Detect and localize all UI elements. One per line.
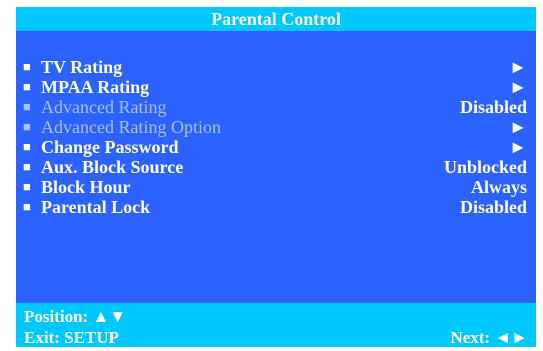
next-hint: Next: ◄► <box>450 328 528 347</box>
parental-control-menu: ■ TV Rating ► ■ MPAA Rating ► ■ Advanced… <box>23 57 527 217</box>
menu-item-block-hour[interactable]: ■ Block Hour Always <box>23 177 527 197</box>
menu-item-label: Aux. Block Source <box>41 157 184 177</box>
menu-item-value: Unblocked <box>443 157 527 177</box>
submenu-arrow-icon: ► <box>509 57 527 77</box>
menu-item-label: MPAA Rating <box>41 77 150 97</box>
osd-footer-bar: Position: ▲▼ Exit: SETUP Next: ◄► <box>16 303 536 347</box>
exit-hint: Exit: SETUP <box>24 328 119 347</box>
submenu-arrow-icon: ► <box>509 117 527 137</box>
bullet-icon: ■ <box>23 139 31 154</box>
menu-item-mpaa-rating[interactable]: ■ MPAA Rating ► <box>23 77 527 97</box>
menu-item-label: TV Rating <box>41 57 123 77</box>
bullet-icon: ■ <box>23 99 31 114</box>
menu-item-label: Advanced Rating <box>41 97 167 117</box>
submenu-arrow-icon: ► <box>509 137 527 157</box>
submenu-arrow-icon: ► <box>509 77 527 97</box>
menu-item-tv-rating[interactable]: ■ TV Rating ► <box>23 57 527 77</box>
bullet-icon: ■ <box>23 179 31 194</box>
osd-title-bar: Parental Control <box>16 7 536 31</box>
bullet-icon: ■ <box>23 159 31 174</box>
menu-item-label: Advanced Rating Option <box>41 117 221 137</box>
menu-item-label: Parental Lock <box>41 197 151 217</box>
bullet-icon: ■ <box>23 119 31 134</box>
menu-item-parental-lock[interactable]: ■ Parental Lock Disabled <box>23 197 527 217</box>
parental-control-osd: Parental Control ■ TV Rating ► ■ MPAA Ra… <box>16 7 536 347</box>
position-hint: Position: ▲▼ <box>24 307 127 326</box>
menu-item-advanced-rating-option[interactable]: ■ Advanced Rating Option ► <box>23 117 527 137</box>
page-title: Parental Control <box>211 9 341 29</box>
menu-item-advanced-rating[interactable]: ■ Advanced Rating Disabled <box>23 97 527 117</box>
menu-item-label: Change Password <box>41 137 179 157</box>
menu-item-change-password[interactable]: ■ Change Password ► <box>23 137 527 157</box>
bullet-icon: ■ <box>23 59 31 74</box>
menu-item-value: Always <box>470 177 527 197</box>
menu-item-aux-block-source[interactable]: ■ Aux. Block Source Unblocked <box>23 157 527 177</box>
menu-item-value: Disabled <box>459 97 527 117</box>
bullet-icon: ■ <box>23 199 31 214</box>
menu-item-label: Block Hour <box>41 177 131 197</box>
bullet-icon: ■ <box>23 79 31 94</box>
menu-item-value: Disabled <box>459 197 527 217</box>
